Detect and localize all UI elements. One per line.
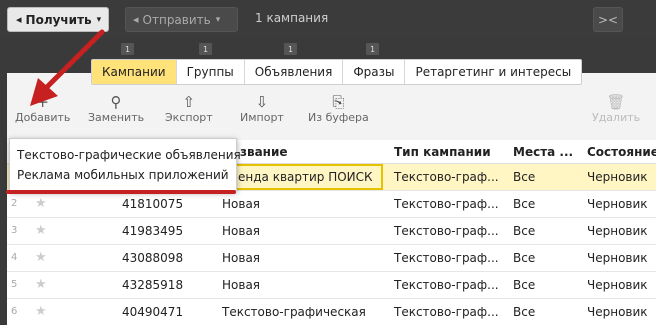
campaign-places: Все bbox=[513, 305, 536, 319]
send-icon: ◂ bbox=[133, 13, 139, 26]
tab-groups[interactable]: Группы bbox=[177, 60, 245, 84]
collapse-button[interactable]: >< bbox=[593, 7, 623, 32]
campaign-state: Черновик bbox=[587, 305, 648, 319]
campaign-places: Все bbox=[513, 224, 536, 238]
campaign-places: Все bbox=[513, 251, 536, 265]
campaign-name: Новая bbox=[222, 224, 261, 238]
tab-retargeting[interactable]: Ретаргетинг и интересы bbox=[405, 60, 581, 84]
table-row[interactable]: 4 ★ 43088098 Новая Текстово-граф... Все … bbox=[7, 245, 656, 272]
export-button[interactable]: ⇧ Экспорт bbox=[165, 93, 213, 124]
tab-count-badge: 1 bbox=[199, 43, 212, 55]
header-name[interactable]: звание bbox=[240, 145, 288, 159]
chevron-down-icon: ▾ bbox=[96, 14, 102, 25]
row-number: 2 bbox=[11, 198, 18, 209]
header-state[interactable]: Состояние bbox=[587, 145, 656, 159]
trash-icon: 🗑 bbox=[606, 93, 626, 111]
star-icon[interactable]: ★ bbox=[35, 223, 47, 238]
table-row[interactable]: 5 ★ 43285918 Новая Текстово-граф... Все … bbox=[7, 272, 656, 299]
star-icon[interactable]: ★ bbox=[35, 304, 47, 319]
menu-item-mobile-app-ads[interactable]: Реклама мобильных приложений bbox=[17, 168, 229, 182]
star-icon[interactable]: ★ bbox=[35, 250, 47, 265]
from-clipboard-label: Из буфера bbox=[308, 111, 369, 124]
menu-item-text-graphic-ads[interactable]: Текстово-графические объявления bbox=[17, 148, 241, 162]
campaign-id: 41810075 bbox=[122, 197, 184, 211]
campaign-type: Текстово-граф... bbox=[394, 170, 499, 184]
send-button[interactable]: ◂ Отправить ▾ bbox=[125, 7, 238, 32]
export-button-label: Экспорт bbox=[165, 111, 213, 124]
campaign-name: енда квартир ПОИСК bbox=[238, 170, 373, 184]
campaign-name: Текстово-графическая bbox=[222, 305, 366, 319]
campaign-name: Новая bbox=[222, 197, 261, 211]
campaign-id: 43088098 bbox=[122, 251, 184, 265]
campaign-type: Текстово-граф... bbox=[394, 251, 499, 265]
campaign-state: Черновик bbox=[587, 278, 648, 292]
delete-button[interactable]: 🗑 Удалить bbox=[592, 93, 640, 124]
campaign-places: Все bbox=[513, 170, 536, 184]
header-places[interactable]: Места ... bbox=[513, 145, 573, 159]
row-number: 3 bbox=[11, 225, 18, 236]
row-number: 6 bbox=[11, 306, 18, 317]
annotation-arrow bbox=[30, 29, 105, 106]
campaign-name: Новая bbox=[222, 251, 261, 265]
campaign-state: Черновик bbox=[587, 251, 648, 265]
campaign-type: Текстово-граф... bbox=[394, 305, 499, 319]
table-row[interactable]: 3 ★ 41983495 Новая Текстово-граф... Все … bbox=[7, 218, 656, 245]
clipboard-icon: ⎘ bbox=[332, 93, 345, 111]
campaign-state: Черновик bbox=[587, 197, 648, 211]
annotation-underline bbox=[6, 190, 236, 194]
campaign-places: Все bbox=[513, 278, 536, 292]
row-number: 5 bbox=[11, 279, 18, 290]
add-dropdown-menu: Текстово-графические объявления Реклама … bbox=[9, 138, 241, 191]
tab-count-badge: 1 bbox=[366, 43, 379, 55]
tab-phrases[interactable]: Фразы bbox=[343, 60, 406, 84]
campaign-id: 40490471 bbox=[122, 305, 184, 319]
table-row[interactable]: 2 ★ 41810075 Новая Текстово-граф... Все … bbox=[7, 191, 656, 218]
campaign-count: 1 кампания bbox=[255, 11, 329, 25]
chevron-down-icon: ▾ bbox=[215, 14, 221, 25]
upload-icon: ⇧ bbox=[182, 93, 196, 111]
campaign-type: Текстово-граф... bbox=[394, 224, 499, 238]
campaign-name: Новая bbox=[222, 278, 261, 292]
star-icon[interactable]: ★ bbox=[35, 196, 47, 211]
campaign-id: 43285918 bbox=[122, 278, 184, 292]
star-icon[interactable]: ★ bbox=[35, 277, 47, 292]
from-clipboard-button[interactable]: ⎘ Из буфера bbox=[308, 93, 369, 124]
download-icon: ⇩ bbox=[255, 93, 269, 111]
table-row[interactable]: 6 ★ 40490471 Текстово-графическая Тексто… bbox=[7, 299, 656, 325]
send-button-label: Отправить bbox=[142, 12, 211, 27]
campaign-type: Текстово-граф... bbox=[394, 197, 499, 211]
delete-button-label: Удалить bbox=[592, 111, 641, 124]
campaign-state: Черновик bbox=[587, 224, 648, 238]
campaign-state: Черновик bbox=[587, 170, 648, 184]
campaign-type: Текстово-граф... bbox=[394, 278, 499, 292]
campaign-id: 41983495 bbox=[122, 224, 184, 238]
tab-count-badge: 1 bbox=[121, 43, 134, 55]
tab-bar: Кампании Группы Объявления Фразы Ретарге… bbox=[91, 59, 583, 85]
campaign-places: Все bbox=[513, 197, 536, 211]
header-campaign-type[interactable]: Тип кампании bbox=[394, 145, 491, 159]
row-number: 4 bbox=[11, 252, 18, 263]
import-button-label: Импорт bbox=[240, 111, 284, 124]
tab-ads[interactable]: Объявления bbox=[245, 60, 344, 84]
collapse-icon: >< bbox=[597, 12, 619, 27]
import-button[interactable]: ⇩ Импорт bbox=[240, 93, 284, 124]
tab-count-badge: 1 bbox=[284, 43, 297, 55]
